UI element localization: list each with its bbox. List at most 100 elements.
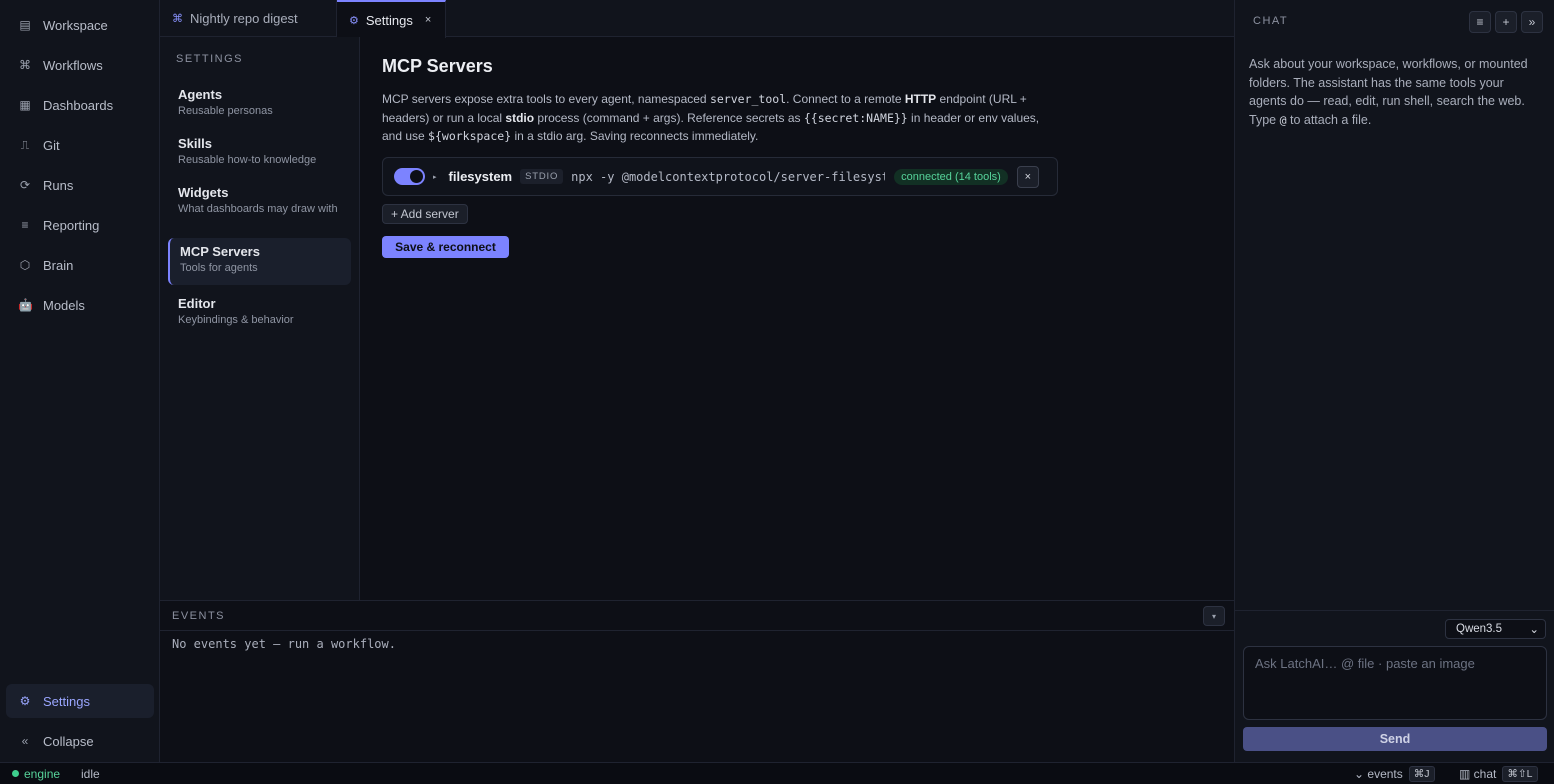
desc-code: server_tool [709,92,787,106]
brain-icon: ⬡ [19,258,31,272]
tab-label: Nightly repo digest [190,11,298,26]
desc-code: {{secret:NAME}} [803,110,908,125]
nav-item-git[interactable]: ⎍ Git [6,128,154,162]
settings-item-desc: What dashboards may draw with [178,203,338,215]
events-panel: EVENTS ▾ No events yet — run a workflow. [160,600,1234,762]
page-title: MCP Servers [382,56,493,76]
intro-code: @ [1279,112,1287,127]
nav-item-label: Workflows [43,57,103,73]
desc-text: process (command + args). Reference secr… [534,110,804,125]
send-button[interactable]: Send [1243,727,1547,751]
engine-label: engine [24,767,61,781]
intro-text: to attach a file. [1286,112,1372,127]
tab-nightly-repo-digest[interactable]: ⌘ Nightly repo digest [160,0,337,37]
settings-item-desc: Reusable how-to knowledge [178,154,317,166]
tab-bar: ⌘ Nightly repo digest ⚙ Settings × [160,0,1234,38]
settings-item-mcp-servers[interactable]: MCP Servers Tools for agents [168,238,351,285]
add-server-button[interactable]: + Add server [382,204,468,224]
settings-item-desc: Keybindings & behavior [178,314,294,326]
settings-item-title: Editor [178,296,216,311]
events-collapse-button[interactable]: ▾ [1203,606,1225,626]
server-name: filesystem [448,169,513,184]
chat-intro: Ask about your workspace, workflows, or … [1249,55,1534,129]
nav-item-settings[interactable]: ⚙ Settings [6,684,154,718]
collapse-chat-button[interactable]: » [1521,11,1543,33]
nav-item-brain[interactable]: ⬡ Brain [6,248,154,282]
git-icon: ⎍ [20,137,30,152]
workflow-icon: ⌘ [172,13,183,25]
menu-icon: ≡ [1476,15,1484,29]
settings-item-desc: Reusable personas [178,105,273,117]
status-bar: engine idle ⌄ events ⌘J ▥ chat ⌘⇧L [0,762,1554,784]
nav-item-models[interactable]: 🤖 Models [6,288,154,322]
toggle-events-button[interactable]: ⌄ events ⌘J [1354,766,1435,782]
nav-item-reporting[interactable]: ≡ Reporting [6,208,154,242]
page-description: MCP servers expose extra tools to every … [382,90,1062,146]
model-select[interactable]: Qwen3.5 ⌄ [1445,619,1546,639]
runs-icon: ⟳ [19,178,31,192]
settings-item-title: MCP Servers [180,244,260,259]
nav-item-workflows[interactable]: ⌘ Workflows [6,48,154,82]
nav-item-label: Settings [43,693,90,709]
nav-item-label: Brain [43,257,74,273]
desc-text: . Connect to a remote [786,92,905,106]
settings-item-skills[interactable]: Skills Reusable how-to knowledge [168,130,351,173]
settings-item-title: Agents [178,87,223,102]
transport-badge: STDIO [520,169,564,184]
tab-label: Settings [365,12,413,28]
left-nav: ▤ Workspace ⌘ Workflows ▦ Dashboards ⎍ G… [0,0,160,762]
chat-history-button[interactable]: ≡ [1469,11,1491,33]
chat-heading: CHAT [1253,15,1289,27]
model-select-value: Qwen3.5 [1456,623,1503,635]
desc-bold: HTTP [904,92,937,106]
divider [160,630,1234,631]
settings-item-desc: Tools for agents [180,262,258,274]
remove-server-button[interactable]: × [1016,165,1039,188]
toggle-knob [410,170,423,183]
nav-item-dashboards[interactable]: ▦ Dashboards [6,88,154,122]
nav-item-workspace[interactable]: ▤ Workspace [6,8,154,42]
gear-icon: ⚙ [349,14,359,27]
engine-state: idle [81,767,100,781]
chat-toggle-label: ▥ chat [1459,767,1497,781]
main-panel: MCP Servers MCP servers expose extra too… [360,37,1234,600]
robot-icon: 🤖 [18,298,33,312]
collapse-button[interactable]: « Collapse [6,724,154,758]
desc-bold: stdio [505,110,535,125]
settings-item-agents[interactable]: Agents Reusable personas [168,81,351,124]
shortcut-badge: ⌘J [1408,766,1435,782]
events-toggle-label: ⌄ events [1354,767,1403,781]
new-chat-button[interactable]: + [1495,11,1517,33]
divider [1235,610,1554,611]
settings-heading: SETTINGS [176,53,244,65]
close-icon[interactable]: × [425,14,431,26]
dashboards-icon: ▦ [19,98,31,112]
nav-item-label: Git [43,137,60,153]
chat-input[interactable]: Ask LatchAI… @ file · paste an image [1243,646,1547,720]
settings-sidebar: SETTINGS Agents Reusable personas Skills… [160,37,360,600]
chat-panel: CHAT ≡ + » Ask about your workspace, wor… [1234,0,1554,762]
server-enabled-toggle[interactable] [394,168,425,185]
save-reconnect-button[interactable]: Save & reconnect [382,236,509,258]
nav-item-label: Reporting [43,217,100,233]
tab-settings[interactable]: ⚙ Settings × [337,0,446,38]
workspace-icon: ▤ [19,18,31,32]
settings-item-editor[interactable]: Editor Keybindings & behavior [168,290,351,333]
nav-item-label: Models [43,297,85,313]
toggle-chat-button[interactable]: ▥ chat ⌘⇧L [1459,766,1538,782]
double-chevron-left-icon: « [21,734,29,748]
expand-caret-icon[interactable]: ▸ [433,173,437,181]
settings-item-widgets[interactable]: Widgets What dashboards may draw with [168,179,351,222]
close-icon: × [1024,170,1032,183]
nav-item-label: Workspace [43,17,108,33]
settings-item-title: Skills [178,136,212,151]
events-empty-message: No events yet — run a workflow. [172,637,396,651]
plus-icon: + [1502,15,1510,29]
events-heading: EVENTS [172,610,226,622]
chevron-down-icon: ▾ [1211,611,1216,621]
nav-item-label: Dashboards [43,97,114,113]
settings-item-title: Widgets [178,185,229,200]
nav-item-runs[interactable]: ⟳ Runs [6,168,154,202]
reporting-icon: ≡ [21,218,29,232]
status-badge: connected (14 tools) [894,168,1008,185]
